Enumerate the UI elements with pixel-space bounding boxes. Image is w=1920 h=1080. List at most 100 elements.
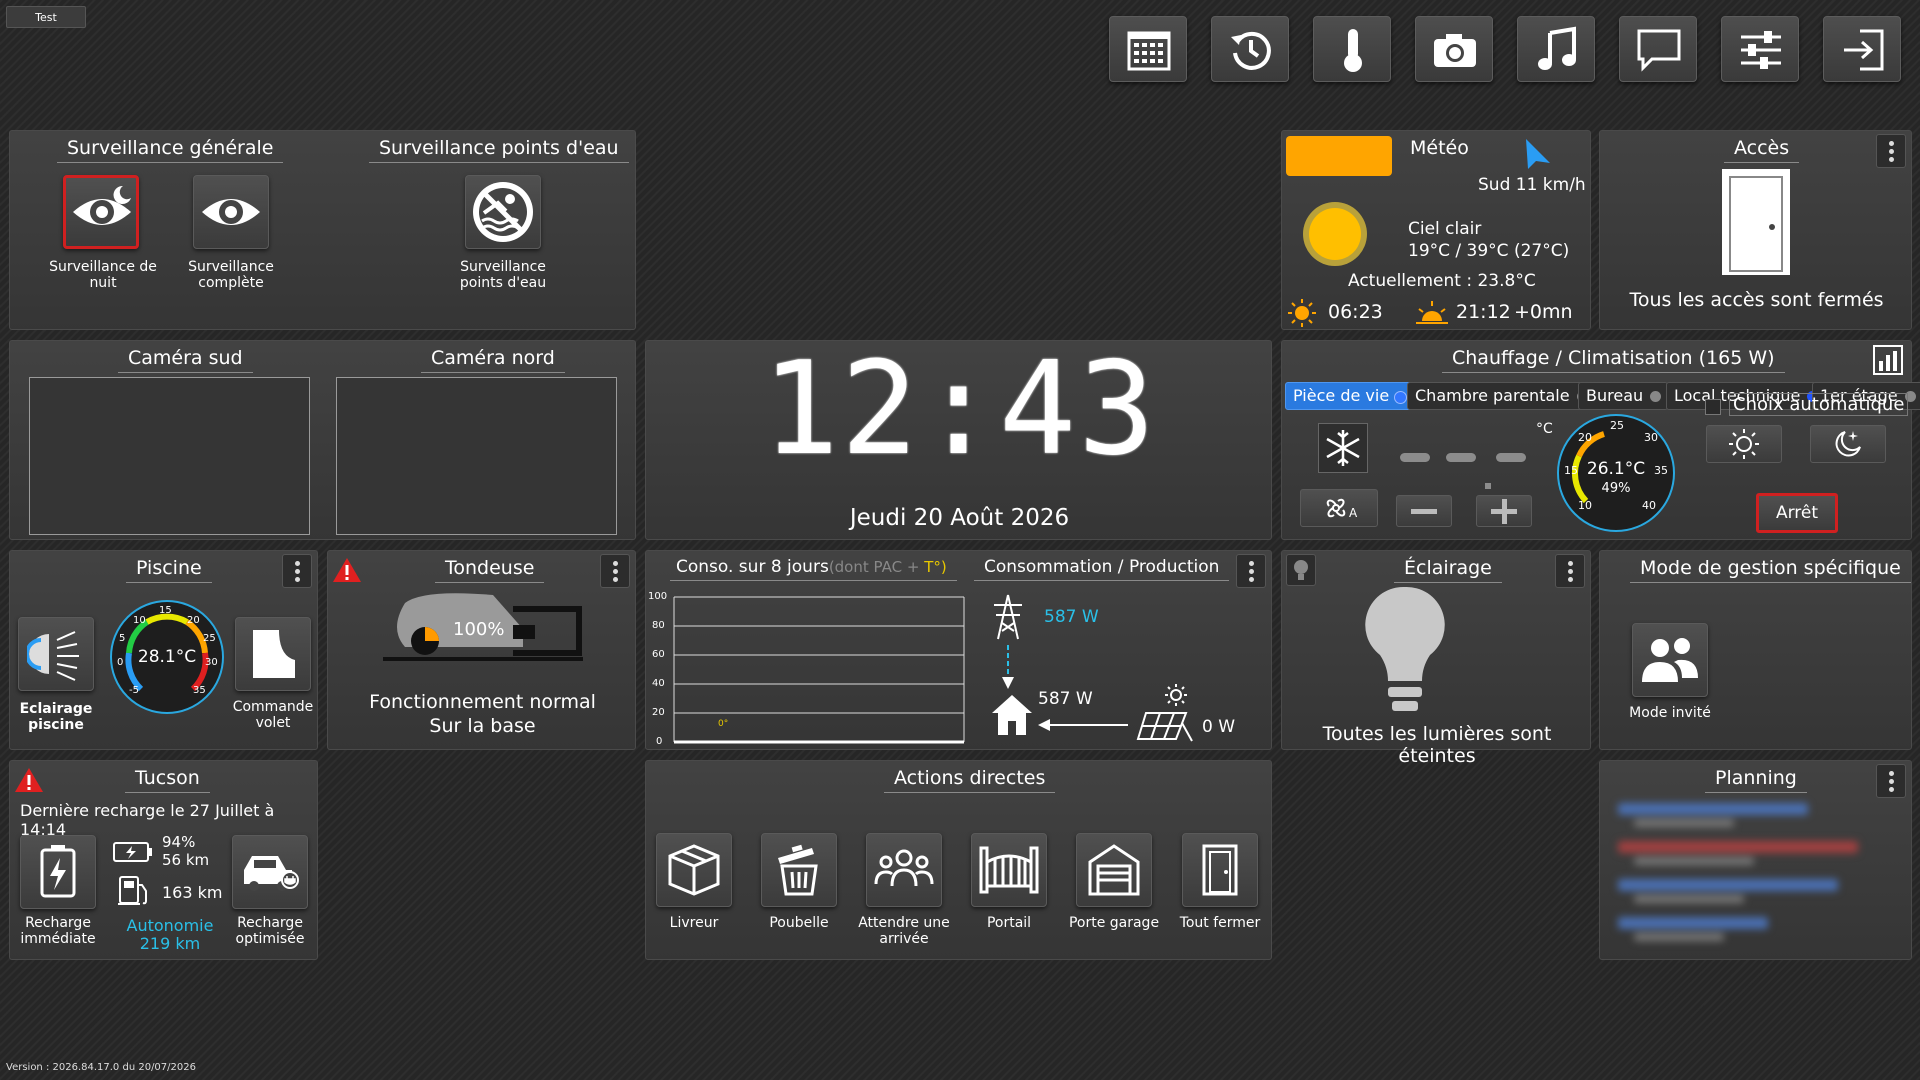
cooling-mode-button[interactable] <box>1318 423 1368 473</box>
calendar-button[interactable] <box>1109 16 1187 82</box>
no-swimming-icon <box>473 182 533 242</box>
fan-mode-button[interactable]: A <box>1300 489 1378 527</box>
tucson-title: Tucson <box>125 767 210 793</box>
meteo-panel: Météo Sud 11 km/h Ciel clair 19°C / 39°C… <box>1281 130 1591 330</box>
piscine-menu-button[interactable] <box>282 554 312 588</box>
action-garage-button[interactable] <box>1076 833 1152 907</box>
eye-moon-icon <box>73 185 131 225</box>
chart-bar-icon[interactable] <box>1873 345 1903 375</box>
room-tab-chambre-parentale[interactable]: Chambre parentale <box>1407 382 1595 410</box>
conso-menu-button[interactable] <box>1236 554 1266 588</box>
charge-now-label: Recharge immédiate <box>20 915 96 947</box>
action-livreur-label: Livreur <box>669 915 719 931</box>
cameras-panel: Caméra sud Caméra nord <box>9 340 636 540</box>
consumption-chart: 100 80 60 40 20 0 0° <box>646 587 976 751</box>
room-tab-piece-de-vie[interactable]: Pièce de vie <box>1285 382 1415 410</box>
solar-power: 0 W <box>1202 717 1236 737</box>
sunset-time: 21:12 <box>1456 301 1511 323</box>
planning-list-blurred[interactable] <box>1614 799 1884 949</box>
eclairage-menu-button[interactable] <box>1555 554 1585 588</box>
door-icon <box>1202 844 1238 896</box>
history-button[interactable] <box>1211 16 1289 82</box>
setpoint-minus-button[interactable] <box>1396 495 1452 527</box>
pool-light-icon <box>27 631 79 681</box>
charge-optimized-label: Recharge optimisée <box>235 915 305 947</box>
charge-now-button[interactable] <box>20 835 96 909</box>
light-toggle-button[interactable] <box>1286 554 1316 586</box>
acces-title: Accès <box>1724 137 1800 163</box>
acces-panel: Accès Tous les accès sont fermés <box>1599 130 1912 330</box>
guest-mode-button[interactable] <box>1632 623 1708 697</box>
action-close-all-button[interactable] <box>1182 833 1258 907</box>
tondeuse-menu-button[interactable] <box>600 554 630 588</box>
acces-menu-button[interactable] <box>1876 134 1906 168</box>
settings-button[interactable] <box>1721 16 1799 82</box>
surveillance-panel: Surveillance générale Surveillance point… <box>9 130 636 330</box>
action-portail-button[interactable] <box>971 833 1047 907</box>
chauffage-panel: Chauffage / Climatisation (165 W) Pièce … <box>1281 340 1920 540</box>
camera-south-view[interactable] <box>29 377 310 535</box>
chart-y-tick: 20 <box>652 707 665 718</box>
auto-choice-checkbox[interactable] <box>1705 399 1721 415</box>
room-tab-bureau[interactable]: Bureau <box>1578 382 1669 410</box>
mode-panel: Mode de gestion spécifique Mode invité <box>1599 550 1912 750</box>
setpoint-plus-button[interactable] <box>1476 495 1532 527</box>
night-surveillance-label: Surveillance de nuit <box>49 259 157 291</box>
day-mode-button[interactable] <box>1706 425 1782 463</box>
action-poubelle-button[interactable] <box>761 833 837 907</box>
fuel-pump-icon <box>118 876 147 905</box>
action-livreur-button[interactable] <box>656 833 732 907</box>
gauge-tick: 10 <box>133 615 146 626</box>
water-surveillance-label: Surveillance points d'eau <box>459 259 547 291</box>
auto-choice-label[interactable]: Choix automatique <box>1729 393 1909 416</box>
conso-title: Conso. sur 8 jours(dont PAC + T°) <box>670 557 957 581</box>
autonomy-label: Autonomie 219 km <box>126 916 214 953</box>
music-button[interactable] <box>1517 16 1595 82</box>
stop-button[interactable]: Arrêt <box>1756 493 1838 533</box>
chart-y-tick: 0 <box>656 736 663 747</box>
planning-menu-button[interactable] <box>1876 764 1906 798</box>
night-mode-button[interactable] <box>1810 425 1886 463</box>
full-surveillance-label: Surveillance complète <box>188 259 274 291</box>
pool-light-button[interactable] <box>18 617 94 691</box>
room-status-dot <box>1394 391 1408 404</box>
battery-percent: 94% <box>162 833 196 851</box>
users-icon <box>1642 638 1698 682</box>
gauge-humidity: 49% <box>1601 481 1631 496</box>
test-label: Test <box>6 6 86 28</box>
full-surveillance-button[interactable] <box>193 175 269 249</box>
mower-battery: 100% <box>453 619 505 640</box>
water-surveillance-button[interactable] <box>465 175 541 249</box>
pool-shutter-label: Commande volet <box>232 699 314 731</box>
logout-button[interactable] <box>1823 16 1901 82</box>
door-closed-icon <box>1722 169 1790 275</box>
tucson-panel: Tucson Dernière recharge le 27 Juillet à… <box>9 760 318 960</box>
night-surveillance-button[interactable] <box>63 175 139 249</box>
conso-panel: Conso. sur 8 jours(dont PAC + T°) Consom… <box>645 550 1272 750</box>
piscine-panel: Piscine Eclairage piscine -5 0 5 10 15 20… <box>9 550 318 750</box>
battery-range: 56 km <box>162 851 210 869</box>
pool-shutter-button[interactable] <box>235 617 311 691</box>
action-arrivee-button[interactable] <box>866 833 942 907</box>
chat-icon <box>1637 29 1681 72</box>
wind-direction-icon <box>1526 139 1550 169</box>
chart-grid <box>673 596 965 744</box>
temperature-button[interactable] <box>1313 16 1391 82</box>
chart-y-tick: 100 <box>648 591 668 602</box>
chart-y-tick: 60 <box>652 649 665 660</box>
camera-button[interactable] <box>1415 16 1493 82</box>
chat-button[interactable] <box>1619 16 1697 82</box>
gauge-tick: 15 <box>159 605 172 616</box>
gauge-tick: 25 <box>1610 419 1624 432</box>
mode-title: Mode de gestion spécifique <box>1630 557 1911 583</box>
surveillance-general-title: Surveillance générale <box>57 137 284 163</box>
shutter-icon <box>253 630 295 678</box>
camera-north-view[interactable] <box>336 377 617 535</box>
tondeuse-title: Tondeuse <box>435 557 545 583</box>
bulb-small-icon <box>1294 560 1308 580</box>
warning-icon <box>333 558 361 582</box>
gauge-tick: -5 <box>129 685 139 696</box>
charge-optimized-button[interactable] <box>232 835 308 909</box>
pool-temperature-gauge: -5 0 5 10 15 20 25 30 35 28.1°C <box>107 597 227 717</box>
action-poubelle-label: Poubelle <box>769 915 829 931</box>
